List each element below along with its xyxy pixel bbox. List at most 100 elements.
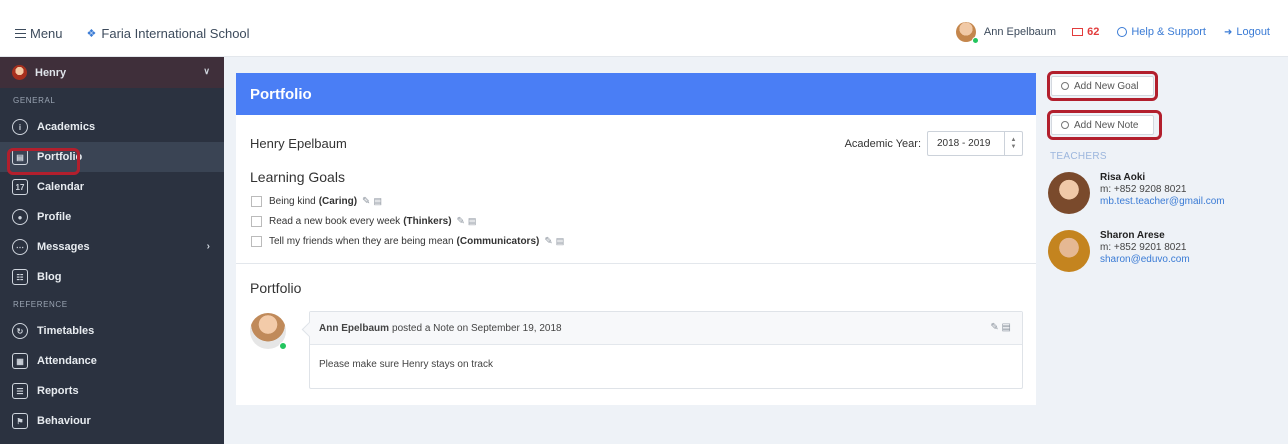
reports-icon: ☰ xyxy=(12,383,28,399)
note-author[interactable]: Ann Epelbaum xyxy=(319,323,389,334)
pencil-icon[interactable]: ✎ xyxy=(544,236,552,247)
teacher-info: Sharon Arese m: +852 9201 8021 sharon@ed… xyxy=(1100,230,1190,266)
teachers-heading: TEACHERS xyxy=(1050,151,1107,162)
sidebar-item-attendance[interactable]: ▦ Attendance xyxy=(0,346,224,376)
school-name: Faria International School xyxy=(101,26,250,41)
goal-item: Being kind (Caring) ✎ ▤ xyxy=(251,194,382,208)
note-actions: ✎ ▤ xyxy=(990,322,1011,333)
learning-goals-title: Learning Goals xyxy=(250,169,345,185)
academic-year-label: Academic Year: xyxy=(844,137,921,150)
add-goal-highlight-outline xyxy=(1047,71,1158,101)
sidebar-item-behaviour[interactable]: ⚑ Behaviour xyxy=(0,406,224,436)
section-divider xyxy=(236,263,1036,264)
sidebar-item-label: Reports xyxy=(37,385,79,397)
goal-trait: (Caring) xyxy=(318,195,358,207)
academic-year-select[interactable]: 2018 - 2019 ▲ ▼ xyxy=(927,131,1023,156)
note-header: Ann Epelbaum posted a Note on September … xyxy=(310,312,1022,345)
note-author-avatar[interactable] xyxy=(250,313,287,350)
info-icon: i xyxy=(12,119,28,135)
chevron-down-icon: ∨ xyxy=(203,66,210,76)
sidebar-item-label: Behaviour xyxy=(37,415,91,427)
sidebar-item-reports[interactable]: ☰ Reports xyxy=(0,376,224,406)
trash-icon[interactable]: ▤ xyxy=(468,216,477,227)
portfolio-card: Portfolio Henry Epelbaum Academic Year: … xyxy=(236,73,1036,405)
goal-checkbox[interactable] xyxy=(251,235,262,247)
note-meta: posted a Note on September 19, 2018 xyxy=(392,322,562,334)
attendance-icon: ▦ xyxy=(12,353,28,369)
goal-checkbox[interactable] xyxy=(251,195,262,207)
goal-item: Read a new book every week (Thinkers) ✎ … xyxy=(251,214,476,228)
student-name: Henry xyxy=(35,66,67,79)
person-icon: ● xyxy=(12,209,28,225)
menu-button[interactable]: Menu xyxy=(15,26,63,41)
home-icon: ❖ xyxy=(86,28,97,40)
trash-icon[interactable]: ▤ xyxy=(1002,322,1011,333)
top-bar: Menu ❖ Faria International School Ann Ep… xyxy=(0,0,1288,57)
teacher-phone: m: +852 9201 8021 xyxy=(1100,242,1187,253)
messages-link[interactable]: 62 xyxy=(1072,26,1099,38)
teacher-phone: m: +852 9208 8021 xyxy=(1100,184,1187,195)
goal-item: Tell my friends when they are being mean… xyxy=(251,234,564,248)
user-name[interactable]: Ann Epelbaum xyxy=(984,26,1056,38)
top-bar-right: Ann Epelbaum 62 Help & Support ➜ Logout xyxy=(955,22,1270,44)
school-link[interactable]: ❖ Faria International School xyxy=(87,26,250,41)
message-count: 62 xyxy=(1087,26,1100,38)
goal-text: Tell my friends when they are being mean xyxy=(269,235,454,247)
hamburger-icon xyxy=(15,29,26,38)
teacher-email[interactable]: mb.test.teacher@gmail.com xyxy=(1100,196,1225,208)
envelope-icon xyxy=(1072,28,1084,36)
teacher-info: Risa Aoki m: +852 9208 8021 mb.test.teac… xyxy=(1100,172,1225,208)
clock-icon: ↻ xyxy=(12,323,28,339)
trash-icon[interactable]: ▤ xyxy=(373,196,382,207)
goal-trait: (Communicators) xyxy=(456,235,540,247)
chevron-right-icon: › xyxy=(206,241,210,252)
student-switcher[interactable]: Henry ∨ xyxy=(0,57,224,88)
menu-label: Menu xyxy=(30,26,63,41)
user-avatar[interactable] xyxy=(955,22,979,44)
sidebar-item-blog[interactable]: ☷ Blog xyxy=(0,262,224,292)
trash-icon[interactable]: ▤ xyxy=(556,236,565,247)
portfolio-note: Ann Epelbaum posted a Note on September … xyxy=(309,311,1023,389)
sidebar-item-label: Timetables xyxy=(37,325,95,337)
teacher-name: Sharon Arese xyxy=(1100,230,1165,241)
sidebar-item-label: Calendar xyxy=(37,181,85,193)
sidebar-item-label: Attendance xyxy=(37,355,97,367)
sidebar-item-messages[interactable]: ⋯ Messages › xyxy=(0,232,224,262)
add-note-highlight-outline xyxy=(1047,110,1162,140)
sidebar-item-profile[interactable]: ● Profile xyxy=(0,202,224,232)
page-title: Portfolio xyxy=(236,73,1036,115)
logout-link[interactable]: ➜ Logout xyxy=(1224,26,1270,38)
teacher-email[interactable]: sharon@eduvo.com xyxy=(1100,254,1190,266)
pencil-icon[interactable]: ✎ xyxy=(362,196,370,207)
sidebar-item-timetables[interactable]: ↻ Timetables xyxy=(0,316,224,346)
teacher-card: Sharon Arese m: +852 9201 8021 sharon@ed… xyxy=(1048,230,1278,282)
note-body: Please make sure Henry stays on track xyxy=(319,359,493,370)
help-icon xyxy=(1117,27,1128,37)
sidebar-item-label: Profile xyxy=(37,211,72,223)
teacher-avatar[interactable] xyxy=(1048,230,1090,272)
teacher-avatar[interactable] xyxy=(1048,172,1090,214)
help-support-link[interactable]: Help & Support xyxy=(1117,26,1206,38)
sidebar-item-academics[interactable]: i Academics xyxy=(0,112,224,142)
pencil-icon[interactable]: ✎ xyxy=(990,322,998,333)
section-general: GENERAL xyxy=(13,95,56,105)
section-reference: REFERENCE xyxy=(13,299,68,309)
sidebar-item-calendar[interactable]: 17 Calendar xyxy=(0,172,224,202)
teacher-name: Risa Aoki xyxy=(1100,172,1146,183)
spinner-icon[interactable]: ▲ ▼ xyxy=(1004,132,1022,155)
online-status-icon xyxy=(971,37,979,44)
sidebar: Henry ∨ GENERAL i Academics ▤ Portfolio … xyxy=(0,57,224,444)
logout-icon: ➜ xyxy=(1223,26,1233,38)
sidebar-item-label: Messages xyxy=(37,241,90,253)
goal-text: Being kind xyxy=(269,195,316,207)
pencil-icon[interactable]: ✎ xyxy=(457,216,465,227)
portfolio-highlight-outline xyxy=(7,148,80,175)
sidebar-item-label: Academics xyxy=(37,121,96,133)
blog-icon: ☷ xyxy=(12,269,28,285)
academic-year-picker: Academic Year: 2018 - 2019 ▲ ▼ xyxy=(845,131,1023,156)
student-avatar xyxy=(12,65,27,80)
sidebar-item-label: Blog xyxy=(37,271,62,283)
portfolio-section-title: Portfolio xyxy=(250,280,302,296)
calendar-icon: 17 xyxy=(12,179,28,195)
goal-checkbox[interactable] xyxy=(251,215,262,227)
